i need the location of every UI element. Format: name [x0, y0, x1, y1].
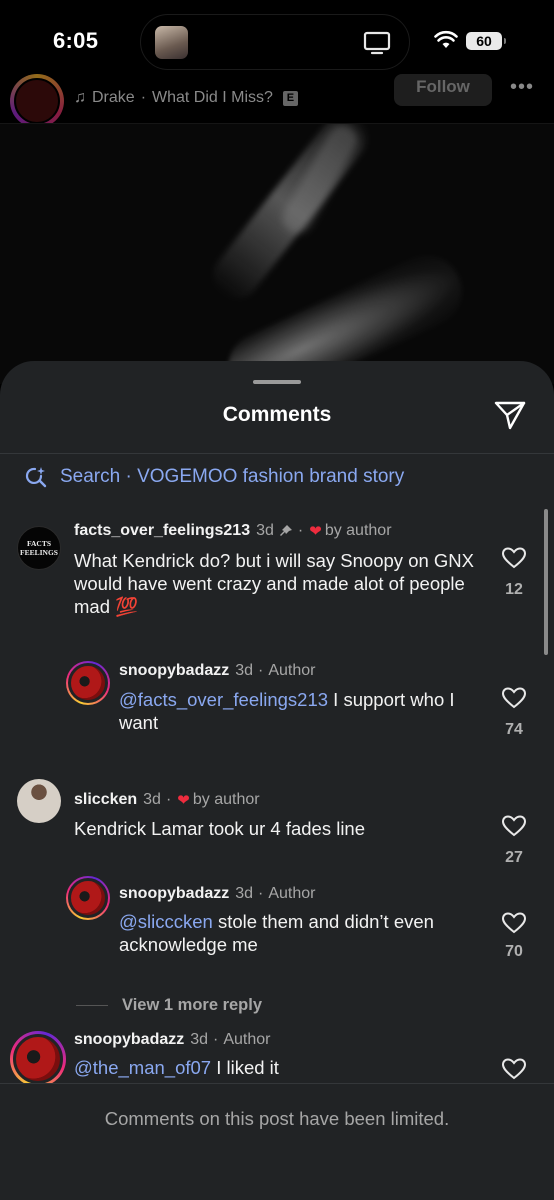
- author-badge: Author: [268, 662, 316, 679]
- search-suggestion-text: Search · VOGEMOO fashion brand story: [60, 466, 405, 487]
- comment-meta: facts_over_feelings213 3d · ❤ by author: [74, 522, 392, 540]
- comment-username[interactable]: sliccken: [74, 791, 137, 809]
- mention-link[interactable]: @the_man_of07: [74, 1057, 211, 1078]
- comment-time: 3d: [190, 1031, 209, 1048]
- comment-text: @the_man_of07 I liked it: [74, 1056, 484, 1079]
- sparkle-search-icon: [25, 467, 47, 488]
- mention-link[interactable]: @slicccken: [119, 911, 213, 932]
- comments-limited-notice: Comments on this post have been limited.: [104, 1108, 450, 1129]
- reply-avatar[interactable]: [66, 876, 110, 920]
- author-badge: Author: [268, 885, 316, 902]
- reply-text: @facts_over_feelings213 I support who I …: [119, 688, 479, 734]
- comment-time: 3d: [256, 522, 274, 539]
- view-more-replies-label: View 1 more reply: [122, 996, 263, 1014]
- avatar-image: [68, 878, 108, 918]
- header-divider: [0, 453, 554, 454]
- avatar-logo-text: FACTS FEELINGS: [20, 539, 58, 557]
- mention-link[interactable]: @facts_over_feelings213: [119, 689, 328, 710]
- more-options-icon[interactable]: •••: [510, 76, 534, 99]
- search-suggestion-link[interactable]: Search · VOGEMOO fashion brand story: [24, 465, 404, 489]
- avatar-image: [13, 1034, 63, 1084]
- like-count: 12: [505, 581, 523, 598]
- sheet-drag-handle[interactable]: [253, 380, 301, 384]
- comment-item: snoopybadazz 3d · Author @the_man_of07 I…: [0, 1031, 554, 1084]
- meta-separator: ·: [258, 662, 264, 679]
- commenter-avatar[interactable]: FACTS FEELINGS: [17, 526, 61, 570]
- red-heart-icon: ❤: [177, 792, 190, 809]
- comment-username[interactable]: facts_over_feelings213: [74, 522, 250, 540]
- like-heart-icon[interactable]: [501, 814, 527, 838]
- reply-avatar[interactable]: [66, 661, 110, 705]
- now-playing-thumbnail[interactable]: [155, 26, 188, 59]
- like-heart-icon[interactable]: [501, 686, 527, 710]
- comment-item: FACTS FEELINGS facts_over_feelings213 3d…: [0, 511, 554, 641]
- comment-item: sliccken 3d · ❤ by author Kendrick Lamar…: [0, 769, 554, 869]
- sheet-title: Comments: [222, 403, 332, 426]
- meta-separator: ·: [165, 791, 172, 808]
- comment-username[interactable]: snoopybadazz: [74, 1031, 184, 1049]
- clock: 6:05: [53, 28, 99, 53]
- music-attribution[interactable]: ♫ Drake · What Did I Miss? E: [74, 89, 298, 107]
- music-track: What Did I Miss?: [152, 89, 273, 106]
- reply-text: @slicccken stole them and didn’t even ac…: [119, 910, 479, 956]
- commenter-avatar[interactable]: [10, 1031, 66, 1084]
- reply-meta: snoopybadazz 3d · Author: [119, 885, 316, 903]
- battery-indicator: 60: [466, 32, 506, 50]
- commenter-avatar[interactable]: [17, 779, 61, 823]
- pin-icon: [279, 525, 292, 536]
- comments-sheet: Comments Search · VOGEMOO fashion brand …: [0, 361, 554, 1200]
- reply-time: 3d: [235, 662, 254, 679]
- author-badge: Author: [223, 1031, 271, 1048]
- comment-text: What Kendrick do? but i will say Snoopy …: [74, 550, 474, 617]
- dynamic-island[interactable]: [140, 14, 410, 70]
- comments-footer: Comments on this post have been limited.: [0, 1083, 554, 1200]
- meta-separator: ·: [297, 522, 304, 539]
- thread-line: [76, 1005, 108, 1006]
- wifi-icon: [434, 30, 458, 48]
- reply-meta: snoopybadazz 3d · Author: [119, 662, 316, 680]
- scrollbar[interactable]: [544, 509, 548, 655]
- post-media[interactable]: [0, 124, 554, 384]
- view-more-replies-button[interactable]: View 1 more reply: [76, 996, 262, 1015]
- like-count: 70: [505, 943, 523, 960]
- comment-meta: sliccken 3d · ❤ by author: [74, 791, 260, 809]
- music-note-icon: ♫: [74, 89, 86, 106]
- post-author-avatar[interactable]: [10, 74, 64, 123]
- avatar-image: [68, 663, 108, 703]
- reply-username[interactable]: snoopybadazz: [119, 662, 229, 680]
- like-heart-icon[interactable]: [501, 1057, 527, 1081]
- like-count: 74: [505, 721, 523, 738]
- reply-item: snoopybadazz 3d · Author @facts_over_fee…: [0, 651, 554, 771]
- meta-separator: ·: [258, 885, 264, 902]
- post-header: ♫ Drake · What Did I Miss? E Follow •••: [0, 72, 554, 124]
- avatar-image: [14, 78, 60, 123]
- liked-by-author-label: by author: [192, 791, 260, 808]
- comment-body: I liked it: [211, 1057, 279, 1078]
- music-artist: Drake: [92, 89, 135, 106]
- comments-list[interactable]: FACTS FEELINGS facts_over_feelings213 3d…: [0, 511, 554, 1084]
- comment-text: Kendrick Lamar took ur 4 fades line: [74, 818, 366, 839]
- red-heart-icon: ❤: [309, 523, 322, 540]
- share-send-icon[interactable]: [493, 399, 527, 431]
- liked-by-author-label: by author: [324, 522, 392, 539]
- reply-time: 3d: [235, 885, 254, 902]
- follow-button[interactable]: Follow: [394, 74, 492, 106]
- meta-separator: ·: [213, 1031, 219, 1048]
- tv-icon: [363, 31, 391, 55]
- reply-item: snoopybadazz 3d · Author @slicccken stol…: [0, 861, 554, 981]
- explicit-badge: E: [282, 90, 298, 106]
- music-separator: ·: [140, 89, 147, 106]
- like-heart-icon[interactable]: [501, 911, 527, 935]
- like-heart-icon[interactable]: [501, 546, 527, 570]
- reply-username[interactable]: snoopybadazz: [119, 885, 229, 903]
- comment-time: 3d: [143, 791, 161, 808]
- comment-meta: snoopybadazz 3d · Author: [74, 1031, 271, 1049]
